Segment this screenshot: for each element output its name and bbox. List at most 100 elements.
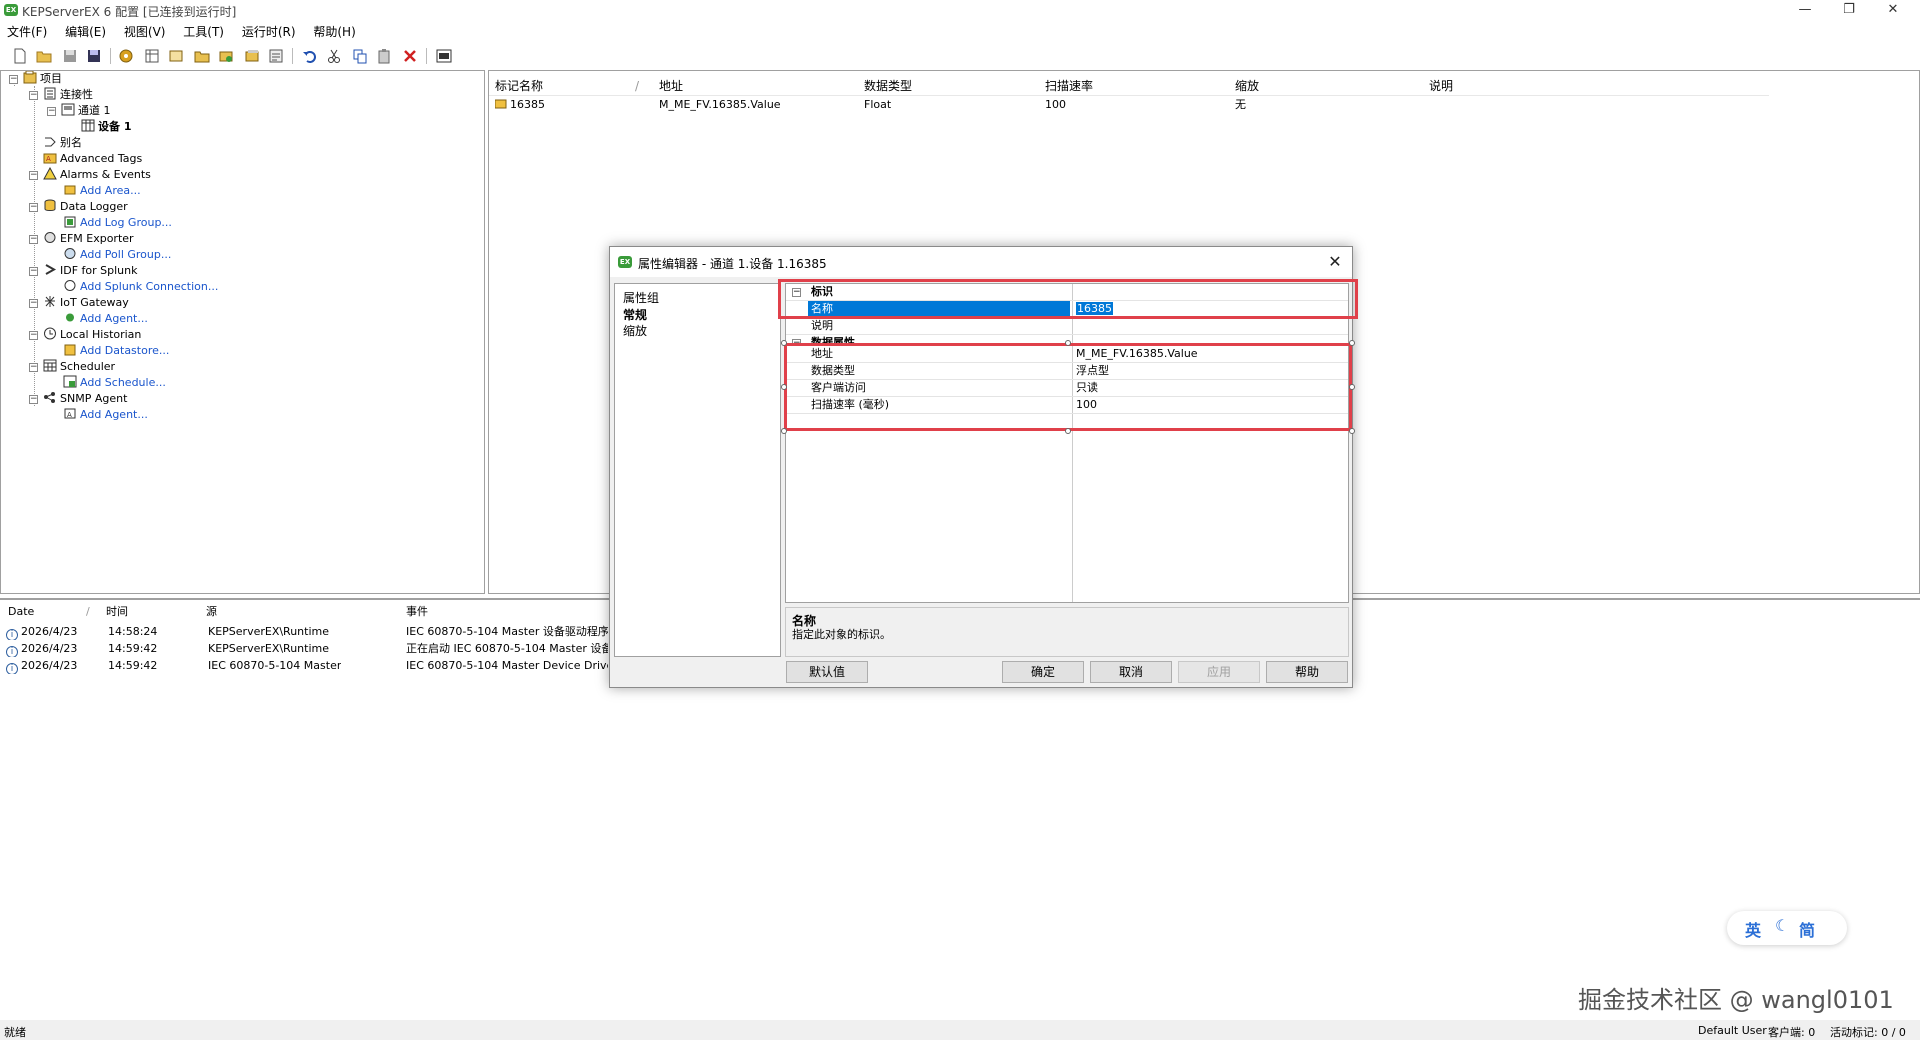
bulk-tags-icon[interactable]: [244, 48, 260, 64]
group-general[interactable]: 常规: [623, 306, 647, 323]
expand-toggle[interactable]: −: [29, 235, 38, 244]
delete-icon[interactable]: [402, 48, 418, 64]
property-value[interactable]: M_ME_FV.16385.Value: [1072, 346, 1348, 362]
ime-language[interactable]: 英: [1745, 917, 1761, 941]
properties-icon[interactable]: [268, 48, 284, 64]
collapse-toggle[interactable]: −: [792, 339, 801, 344]
save-icon[interactable]: [62, 48, 78, 64]
property-row-name[interactable]: 名称 16385: [786, 301, 1348, 318]
menu-edit[interactable]: 编辑(E): [58, 22, 113, 42]
cancel-button[interactable]: 取消: [1090, 661, 1172, 683]
tree-node-advanced-tags[interactable]: A Advanced Tags: [43, 151, 142, 166]
tree-node-connectivity[interactable]: 连接性: [43, 87, 93, 102]
tree-add-area[interactable]: Add Area...: [63, 183, 141, 198]
column-date[interactable]: Date: [8, 604, 34, 620]
column-time[interactable]: 时间: [106, 604, 128, 620]
menu-file[interactable]: 文件(F): [0, 22, 54, 42]
tree-node-snmp-agent[interactable]: SNMP Agent: [43, 391, 127, 406]
tree-add-log-group[interactable]: Add Log Group...: [63, 215, 172, 230]
expand-toggle[interactable]: −: [29, 267, 38, 276]
tree-add-splunk-connection[interactable]: Add Splunk Connection...: [63, 279, 218, 294]
new-device-icon[interactable]: [168, 48, 184, 64]
copy-icon[interactable]: [352, 48, 368, 64]
menu-help[interactable]: 帮助(H): [306, 22, 362, 42]
expand-toggle[interactable]: −: [29, 91, 38, 100]
menu-view[interactable]: 视图(V): [117, 22, 173, 42]
category-identification[interactable]: − 标识: [786, 284, 1348, 301]
tree-add-agent-iot[interactable]: Add Agent...: [63, 311, 148, 326]
help-button[interactable]: 帮助: [1266, 661, 1348, 683]
new-group-icon[interactable]: [194, 48, 210, 64]
expand-toggle[interactable]: −: [29, 331, 38, 340]
column-tag-name[interactable]: 标记名称: [495, 77, 543, 95]
tree-add-agent-snmp[interactable]: A Add Agent...: [63, 407, 148, 422]
dialog-close-button[interactable]: ✕: [1324, 251, 1346, 273]
expand-toggle[interactable]: −: [29, 171, 38, 180]
new-tag-icon[interactable]: [218, 48, 234, 64]
expand-toggle[interactable]: −: [29, 363, 38, 372]
tree-add-poll-group[interactable]: Add Poll Group...: [63, 247, 171, 262]
settings-gear-icon[interactable]: [118, 48, 134, 64]
quick-client-icon[interactable]: [436, 48, 452, 64]
property-value[interactable]: 只读: [1072, 380, 1348, 396]
tree-node-project[interactable]: 项目: [23, 71, 62, 86]
column-description[interactable]: 说明: [1429, 77, 1453, 95]
group-scaling[interactable]: 缩放: [623, 322, 647, 339]
property-groups-header: 属性组: [623, 291, 660, 305]
minimize-button[interactable]: —: [1782, 0, 1828, 22]
tree-node-idf-splunk[interactable]: IDF for Splunk: [43, 263, 138, 278]
property-value[interactable]: [1072, 318, 1348, 334]
new-file-icon[interactable]: [12, 48, 28, 64]
property-value[interactable]: 100: [1072, 397, 1348, 413]
property-row-client-access[interactable]: 客户端访问 只读: [786, 380, 1348, 397]
tree-node-device[interactable]: 设备 1: [81, 119, 131, 134]
close-button[interactable]: ✕: [1870, 0, 1916, 22]
tree-node-local-historian[interactable]: Local Historian: [43, 327, 141, 342]
column-scan-rate[interactable]: 扫描速率: [1045, 77, 1093, 95]
column-scaling[interactable]: 缩放: [1235, 77, 1259, 95]
tree-node-scheduler[interactable]: Scheduler: [43, 359, 115, 374]
undo-icon[interactable]: [302, 48, 318, 64]
ok-button[interactable]: 确定: [1002, 661, 1084, 683]
restore-button[interactable]: ❐: [1826, 0, 1872, 22]
menu-runtime[interactable]: 运行时(R): [235, 22, 303, 42]
new-channel-icon[interactable]: [144, 48, 160, 64]
toolbar-separator: [426, 48, 427, 64]
column-address[interactable]: 地址: [659, 77, 683, 95]
tree-add-schedule[interactable]: Add Schedule...: [63, 375, 166, 390]
column-event[interactable]: 事件: [406, 604, 428, 620]
property-row-address[interactable]: 地址 M_ME_FV.16385.Value: [786, 346, 1348, 363]
property-row-description[interactable]: 说明: [786, 318, 1348, 335]
column-source[interactable]: 源: [206, 604, 217, 620]
name-value-selected[interactable]: 16385: [1076, 302, 1113, 315]
expand-toggle[interactable]: −: [47, 107, 56, 116]
tree-node-alarms-events[interactable]: Alarms & Events: [43, 167, 151, 182]
tree-add-datastore[interactable]: Add Datastore...: [63, 343, 169, 358]
open-folder-icon[interactable]: [36, 48, 52, 64]
menu-tools[interactable]: 工具(T): [176, 22, 231, 42]
tree-node-data-logger[interactable]: Data Logger: [43, 199, 128, 214]
property-row-data-type[interactable]: 数据类型 浮点型: [786, 363, 1348, 380]
property-name-value[interactable]: 16385: [1072, 301, 1348, 317]
save-as-icon[interactable]: [86, 48, 102, 64]
tree-node-channel[interactable]: 通道 1: [61, 103, 111, 118]
expand-toggle[interactable]: −: [29, 203, 38, 212]
tree-label: Add Schedule...: [80, 376, 166, 389]
expand-toggle[interactable]: −: [9, 75, 18, 84]
apply-button[interactable]: 应用: [1178, 661, 1260, 683]
tree-node-alias[interactable]: 别名: [43, 135, 82, 150]
cut-icon[interactable]: [326, 48, 342, 64]
property-row-scan-rate[interactable]: 扫描速率 (毫秒) 100: [786, 397, 1348, 414]
column-data-type[interactable]: 数据类型: [864, 77, 912, 95]
tree-node-iot-gateway[interactable]: IoT Gateway: [43, 295, 129, 310]
defaults-button[interactable]: 默认值: [786, 661, 868, 683]
ime-indicator[interactable]: 英 ☾ 简: [1727, 911, 1847, 945]
expand-toggle[interactable]: −: [29, 299, 38, 308]
ime-mode[interactable]: 简: [1799, 917, 1815, 941]
tree-label: 别名: [60, 136, 82, 149]
collapse-toggle[interactable]: −: [792, 288, 801, 297]
tree-node-efm-exporter[interactable]: EFM Exporter: [43, 231, 134, 246]
expand-toggle[interactable]: −: [29, 395, 38, 404]
property-value[interactable]: 浮点型: [1072, 363, 1348, 379]
paste-icon[interactable]: [376, 48, 392, 64]
